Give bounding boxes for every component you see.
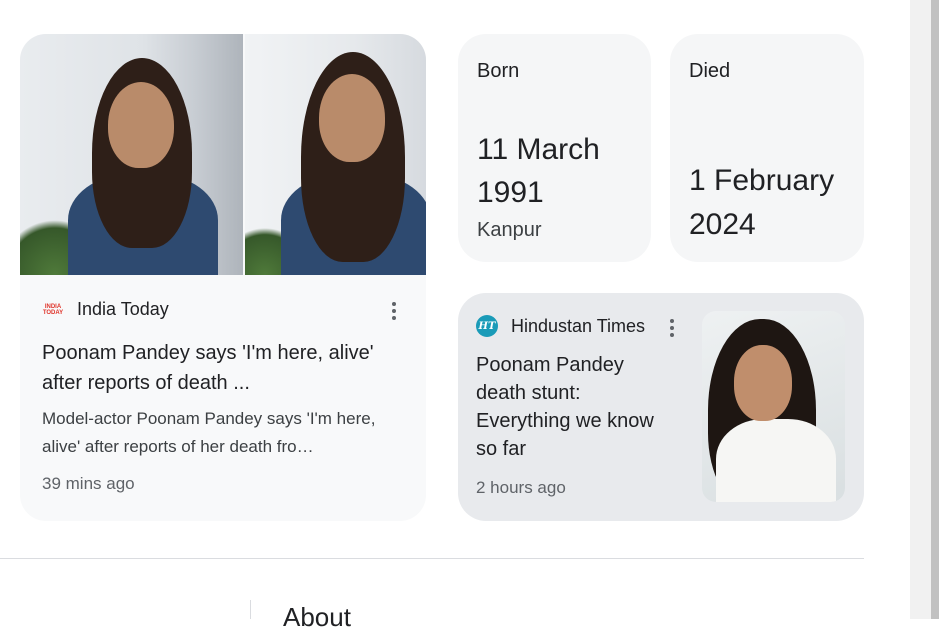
born-fact-card[interactable]: Born 11 March 1991 Kanpur — [458, 34, 651, 262]
source-name: India Today — [77, 299, 169, 319]
section-divider — [0, 558, 864, 559]
column-divider — [250, 600, 251, 619]
news-thumbnail[interactable] — [702, 311, 845, 502]
headline-line: Everything we know — [476, 410, 654, 432]
news-snippet: Model-actor Poonam Pandey says 'I'm here… — [42, 409, 376, 456]
died-fact-card[interactable]: Died 1 February 2024 — [670, 34, 864, 262]
scrollbar-thumb[interactable] — [931, 0, 939, 619]
headline-line: Poonam Pandey — [476, 354, 624, 376]
headline-line: so far — [476, 438, 527, 460]
video-frame-right — [242, 34, 426, 275]
died-date-line1: 1 February — [689, 164, 835, 197]
died-date-line2: 2024 — [689, 208, 756, 241]
news-thumbnail[interactable] — [20, 34, 426, 275]
died-label: Died — [689, 60, 731, 82]
born-date-line1: 11 March — [477, 133, 600, 166]
hindustan-times-logo-icon: HT — [476, 315, 498, 337]
news-timestamp: 39 mins ago — [42, 474, 135, 493]
more-options-icon[interactable] — [392, 302, 396, 320]
news-headline[interactable]: Poonam Pandey death stunt: Everything we… — [476, 351, 691, 463]
news-card-india-today[interactable]: INDIA TODAY India Today Poonam Pandey sa… — [20, 34, 426, 521]
more-options-icon[interactable] — [670, 319, 674, 337]
born-place[interactable]: Kanpur — [477, 219, 542, 242]
news-headline[interactable]: Poonam Pandey says 'I'm here, alive' aft… — [42, 338, 410, 398]
india-today-logo-icon: INDIA TODAY — [42, 303, 64, 316]
born-label: Born — [477, 60, 520, 82]
news-source[interactable]: INDIA TODAY India Today — [42, 299, 169, 320]
news-source[interactable]: HT Hindustan Times — [476, 315, 645, 337]
news-card-hindustan-times[interactable]: HT Hindustan Times Poonam Pandey death s… — [458, 293, 864, 521]
about-heading: About — [283, 602, 351, 632]
headline-line: death stunt: — [476, 382, 581, 404]
video-frame-left — [20, 34, 243, 275]
born-date-line2: 1991 — [477, 176, 544, 209]
source-name: Hindustan Times — [511, 315, 646, 336]
news-timestamp: 2 hours ago — [476, 478, 566, 497]
